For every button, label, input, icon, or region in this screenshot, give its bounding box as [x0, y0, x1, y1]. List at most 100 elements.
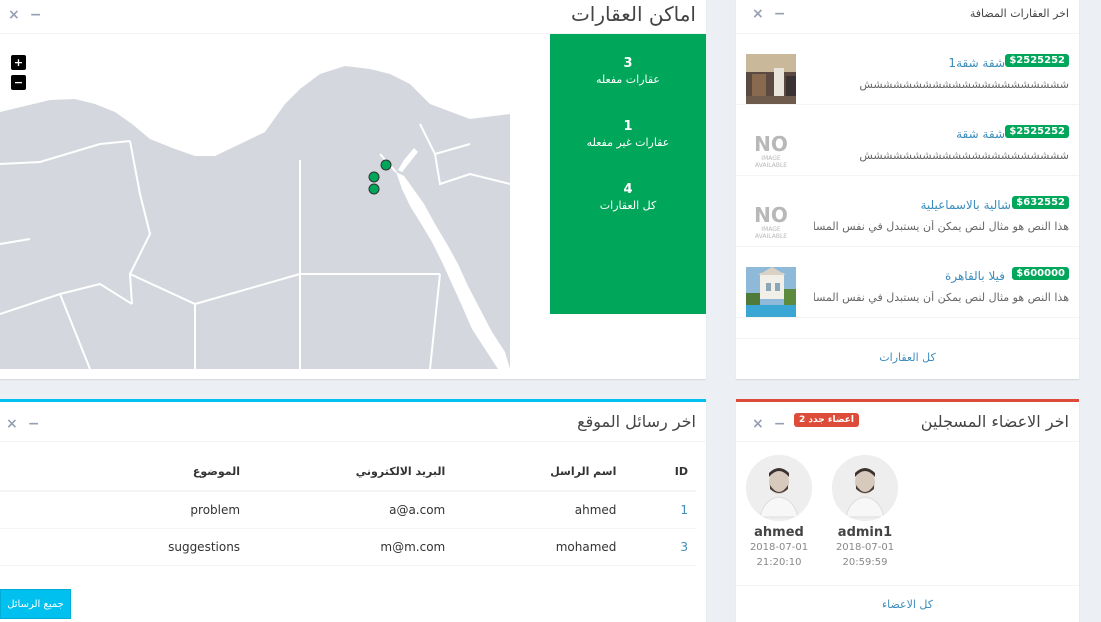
map-marker[interactable] — [380, 159, 392, 171]
all-properties-link[interactable]: كل العقارات — [879, 351, 935, 364]
property-description: هذا النص هو مثال لنص يمكن أن يستبدل في ن… — [814, 291, 1069, 304]
map-marker[interactable] — [368, 171, 380, 183]
cell-subject: problem — [0, 491, 249, 529]
price-badge: $632552 — [1012, 196, 1069, 209]
panel-title: اماكن العقارات — [570, 2, 696, 26]
stat-label: عقارات غير مفعله — [586, 136, 670, 149]
stats-panel: 3 عقارات مفعله 1 عقارات غير مفعله 4 كل ا… — [550, 34, 706, 314]
cell-sender: ahmed — [453, 491, 625, 529]
map-marker[interactable] — [368, 183, 380, 195]
panel-title: اخر رسائل الموقع — [577, 412, 696, 431]
messages-table: الموضوع البريد الالكتروني اسم الراسل ID … — [0, 453, 696, 566]
panel-header: × − 2 اعضاء جدد اخر الاعضاء المسجلين — [736, 402, 1079, 442]
panel-header: × − اخر العقارات المضافة — [736, 0, 1079, 34]
collapse-icon[interactable]: − — [28, 417, 40, 431]
close-icon[interactable]: × — [8, 8, 20, 22]
no-image-thumbnail[interactable]: NO IMAGE AVAILABLE — [746, 125, 796, 175]
panel-tools: × − — [752, 7, 785, 21]
panel-header: × − اخر رسائل الموقع — [0, 402, 706, 442]
property-item[interactable]: $2525252 شقة شقة1 ششششششششششششششششششششش — [736, 34, 1079, 105]
member-card[interactable]: admin1 2018-07-01 20:59:59 — [825, 455, 905, 570]
collapse-icon[interactable]: − — [30, 8, 42, 22]
zoom-out-button[interactable]: − — [11, 75, 26, 90]
panel-header: × − اماكن العقارات — [0, 0, 706, 34]
column-header-email: البريد الالكتروني — [248, 453, 454, 492]
collapse-icon[interactable]: − — [774, 7, 786, 21]
cell-subject: suggestions — [0, 528, 249, 566]
stat-label: كل العقارات — [599, 199, 657, 212]
stat-value: 3 — [623, 56, 633, 71]
recent-properties-panel: × − اخر العقارات المضافة $2525252 شقة شق… — [736, 0, 1079, 379]
price-badge: $600000 — [1012, 267, 1069, 280]
no-image-subtext: AVAILABLE — [754, 233, 788, 240]
property-item[interactable]: NO IMAGE AVAILABLE $632552 شالية بالاسما… — [736, 176, 1079, 247]
property-title-link[interactable]: شقة شقة1 — [948, 56, 1005, 70]
panel-tools: × − — [752, 417, 785, 431]
panel-footer: كل الاعضاء — [736, 585, 1079, 622]
cell-sender: mohamed — [453, 528, 625, 566]
panel-title: اخر الاعضاء المسجلين — [920, 412, 1069, 431]
map-graphic — [0, 44, 510, 369]
member-name[interactable]: ahmed — [739, 525, 819, 540]
column-header-id: ID — [624, 453, 696, 492]
property-title-link[interactable]: فيلا بالقاهرة — [945, 269, 1005, 283]
property-title-link[interactable]: شالية بالاسماعيلية — [920, 198, 1011, 212]
member-date: 2018-07-01 — [749, 542, 809, 553]
member-card[interactable]: ahmed 2018-07-01 21:20:10 — [739, 455, 819, 570]
new-members-badge: 2 اعضاء جدد — [794, 413, 859, 427]
stat-value: 1 — [623, 119, 633, 134]
cell-email: m@m.com — [248, 528, 454, 566]
no-image-subtext: IMAGE — [761, 226, 781, 233]
stat-total: 4 كل العقارات — [550, 182, 706, 212]
column-header-subject: الموضوع — [0, 453, 249, 492]
avatar[interactable] — [746, 455, 812, 521]
stat-active: 3 عقارات مفعله — [550, 56, 706, 86]
latest-members-panel: × − 2 اعضاء جدد اخر الاعضاء المسجلين adm… — [736, 399, 1079, 622]
stat-label: عقارات مفعله — [595, 73, 660, 86]
message-id-link[interactable]: 3 — [680, 540, 688, 554]
property-item[interactable]: NO IMAGE AVAILABLE $2525252 شقة شقة شششش… — [736, 105, 1079, 176]
zoom-in-button[interactable]: + — [11, 55, 26, 70]
egypt-map[interactable]: + − — [0, 44, 510, 369]
property-locations-panel: × − اماكن العقارات + − 3 عقارات مفعله 1 … — [0, 0, 706, 379]
message-id-link[interactable]: 1 — [680, 503, 688, 517]
panel-tools: × − — [8, 8, 41, 22]
panel-tools: × − — [6, 417, 39, 431]
close-icon[interactable]: × — [752, 7, 764, 21]
property-description: هذا النص هو مثال لنص يمكن أن يستبدل في ن… — [814, 220, 1069, 233]
no-image-text: NO — [754, 203, 788, 227]
member-date: 2018-07-01 — [835, 542, 895, 553]
stat-inactive: 1 عقارات غير مفعله — [550, 119, 706, 149]
no-image-thumbnail[interactable]: NO IMAGE AVAILABLE — [746, 196, 796, 246]
no-image-subtext: AVAILABLE — [754, 162, 788, 169]
avatar[interactable] — [832, 455, 898, 521]
member-time: 21:20:10 — [756, 557, 802, 568]
member-time: 20:59:59 — [842, 557, 888, 568]
member-name[interactable]: admin1 — [825, 525, 905, 540]
close-icon[interactable]: × — [6, 417, 18, 431]
property-description: ششششششششششششششششششششش — [859, 149, 1069, 162]
price-badge: $2525252 — [1005, 125, 1069, 138]
property-item[interactable]: $600000 فيلا بالقاهرة هذا النص هو مثال ل… — [736, 247, 1079, 318]
property-title-link[interactable]: شقة شقة — [956, 127, 1005, 141]
all-members-link[interactable]: كل الاعضاء — [882, 598, 933, 611]
cell-id: 1 — [624, 491, 696, 529]
table-row[interactable]: problem a@a.com ahmed 1 — [0, 491, 696, 529]
panel-footer: كل العقارات — [736, 338, 1079, 376]
no-image-subtext: IMAGE — [761, 155, 781, 162]
table-row[interactable]: suggestions m@m.com mohamed 3 — [0, 528, 696, 566]
column-header-sender: اسم الراسل — [453, 453, 625, 492]
table-header-row: الموضوع البريد الالكتروني اسم الراسل ID — [0, 453, 696, 492]
latest-messages-panel: × − اخر رسائل الموقع الموضوع البريد الال… — [0, 399, 706, 622]
price-badge: $2525252 — [1005, 54, 1069, 67]
cell-id: 3 — [624, 528, 696, 566]
panel-title: اخر العقارات المضافة — [969, 7, 1069, 20]
no-image-text: NO — [754, 132, 788, 156]
collapse-icon[interactable]: − — [774, 417, 786, 431]
property-thumbnail[interactable] — [746, 267, 796, 317]
property-thumbnail[interactable] — [746, 54, 796, 104]
cell-email: a@a.com — [248, 491, 454, 529]
close-icon[interactable]: × — [752, 417, 764, 431]
stat-value: 4 — [623, 182, 633, 197]
all-messages-button[interactable]: جميع الرسائل — [0, 589, 71, 619]
